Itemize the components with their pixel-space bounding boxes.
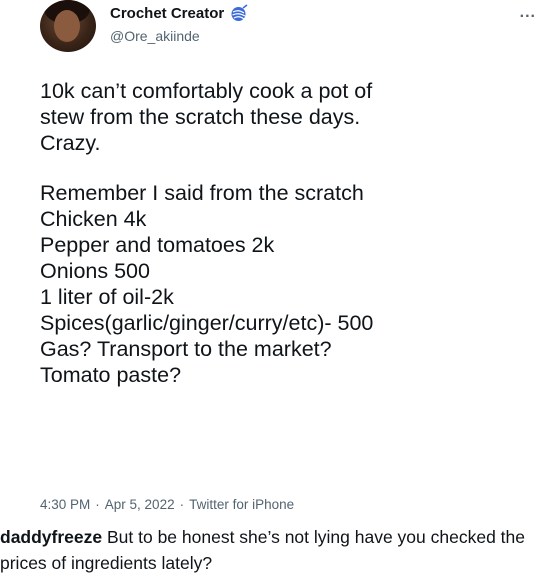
tweet-meta: 4:30 PM · Apr 5, 2022 · Twitter for iPho… <box>40 497 294 512</box>
tweet-line: Spices(garlic/ginger/curry/etc)- 500 <box>40 311 374 335</box>
more-options-icon[interactable]: ... <box>520 4 536 22</box>
tweet-time[interactable]: 4:30 PM <box>40 497 90 512</box>
tweet-card: Crochet Creator @Ore_akiinde ... 10k can… <box>0 0 554 520</box>
avatar-face <box>54 10 80 42</box>
yarn-ball-icon <box>229 4 248 23</box>
tweet-paragraph-intro: 10k can’t comfortably cook a pot of stew… <box>40 78 540 156</box>
tweet-line: Chicken 4k <box>40 207 147 231</box>
tweet-line: Pepper and tomatoes 2k <box>40 233 275 257</box>
tweet-line: Remember I said from the scratch <box>40 181 364 205</box>
tweet-source: Twitter for iPhone <box>189 497 295 512</box>
author-name-row[interactable]: Crochet Creator <box>110 4 248 23</box>
author-display-name[interactable]: Crochet Creator <box>110 5 224 22</box>
tweet-line: Crazy. <box>40 131 101 155</box>
caption-username[interactable]: daddyfreeze <box>0 527 102 547</box>
tweet-line: Onions 500 <box>40 259 150 283</box>
meta-separator: · <box>179 497 185 512</box>
avatar[interactable] <box>40 0 96 52</box>
tweet-paragraph-list: Remember I said from the scratch Chicken… <box>40 180 540 388</box>
tweet-line: 1 liter of oil-2k <box>40 285 174 309</box>
tweet-line: Tomato paste? <box>40 363 182 387</box>
author-handle[interactable]: @Ore_akiinde <box>110 28 200 44</box>
tweet-line: Gas? Transport to the market? <box>40 337 332 361</box>
tweet-line: stew from the scratch these days. <box>40 105 361 129</box>
post-caption: daddyfreeze But to be honest she’s not l… <box>0 524 554 576</box>
tweet-date[interactable]: Apr 5, 2022 <box>105 497 175 512</box>
meta-separator: · <box>95 497 100 512</box>
tweet-line: 10k can’t comfortably cook a pot of <box>40 79 373 103</box>
tweet-text: 10k can’t comfortably cook a pot of stew… <box>40 78 540 388</box>
